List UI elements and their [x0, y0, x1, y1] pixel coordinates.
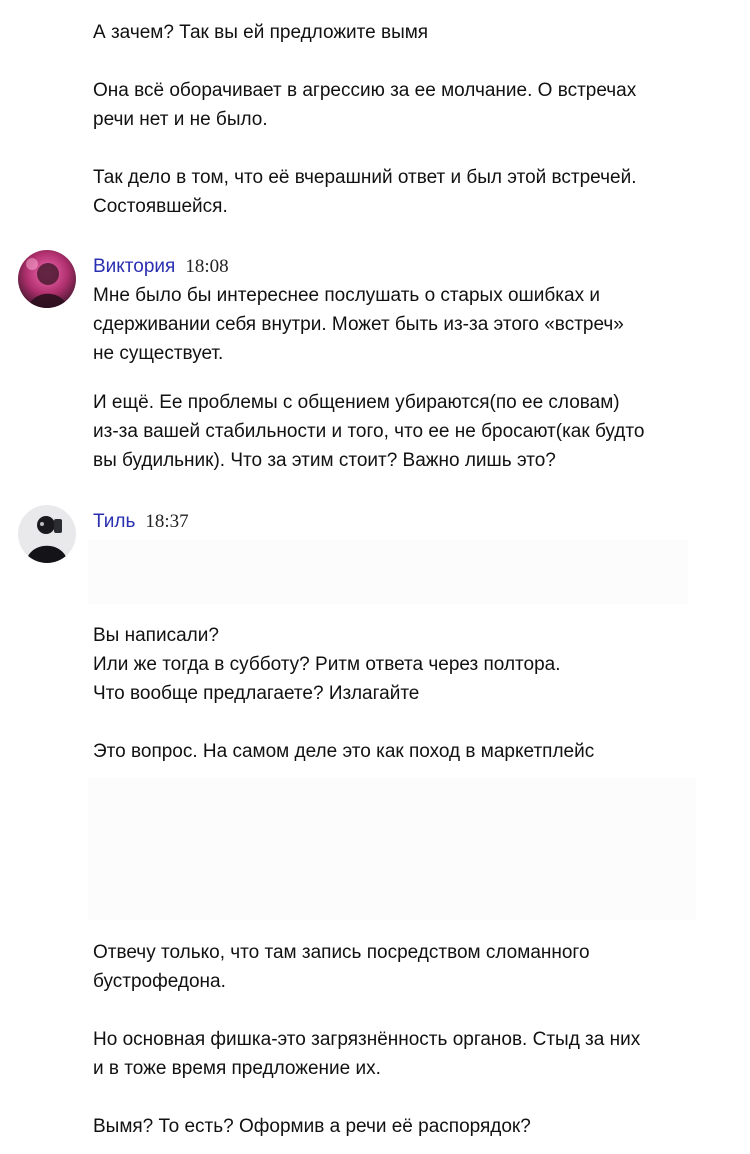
message-line: Вы написали?	[93, 625, 219, 646]
message-line: Что вообще предлагаете? Излагайте	[93, 683, 420, 704]
post-header: Виктория 18:08	[93, 252, 229, 281]
message-line: Или же тогда в субботу? Ритм ответа чере…	[93, 654, 561, 675]
author-name[interactable]: Виктория	[93, 256, 175, 277]
message-line: Она всё оборачивает в агрессию за ее мол…	[93, 80, 637, 101]
post-time: 18:37	[145, 511, 189, 532]
message-line: И ещё. Ее проблемы с общением убираются(…	[93, 392, 620, 413]
message-line: не существует.	[93, 343, 224, 364]
message-line: вы будильник). Что за этим стоит? Важно …	[93, 450, 556, 471]
message-line: из-за вашей стабильности и того, что ее …	[93, 421, 645, 442]
post-time: 18:08	[185, 256, 229, 277]
message-line: Но основная фишка-это загрязнённость орг…	[93, 1029, 641, 1050]
message-line: Так дело в том, что её вчерашний ответ и…	[93, 167, 637, 188]
message-line: сдерживании себя внутри. Может быть из-з…	[93, 314, 624, 335]
message-line: Это вопрос. На самом деле это как поход …	[93, 741, 595, 762]
avatar-image	[18, 250, 76, 308]
media-placeholder	[88, 540, 688, 604]
post-header: Тиль 18:37	[93, 507, 189, 536]
message-line: бустрофедона.	[93, 971, 226, 992]
message-line: А зачем? Так вы ей предложите вымя	[93, 22, 429, 43]
message-line: и в тоже время предложение их.	[93, 1058, 381, 1079]
message-line: Состоявшейся.	[93, 196, 228, 217]
user-avatar-viktoria[interactable]	[18, 250, 76, 308]
author-name[interactable]: Тиль	[93, 511, 135, 532]
message-line: Вымя? То есть? Оформив а речи её распоря…	[93, 1116, 531, 1137]
message-line: Мне было бы интереснее послушать о стары…	[93, 285, 600, 306]
user-avatar-til[interactable]	[18, 505, 76, 563]
message-line: Отвечу только, что там запись посредство…	[93, 942, 590, 963]
avatar-image	[18, 505, 76, 563]
media-placeholder	[88, 778, 696, 920]
message-line: речи нет и не было.	[93, 109, 268, 130]
